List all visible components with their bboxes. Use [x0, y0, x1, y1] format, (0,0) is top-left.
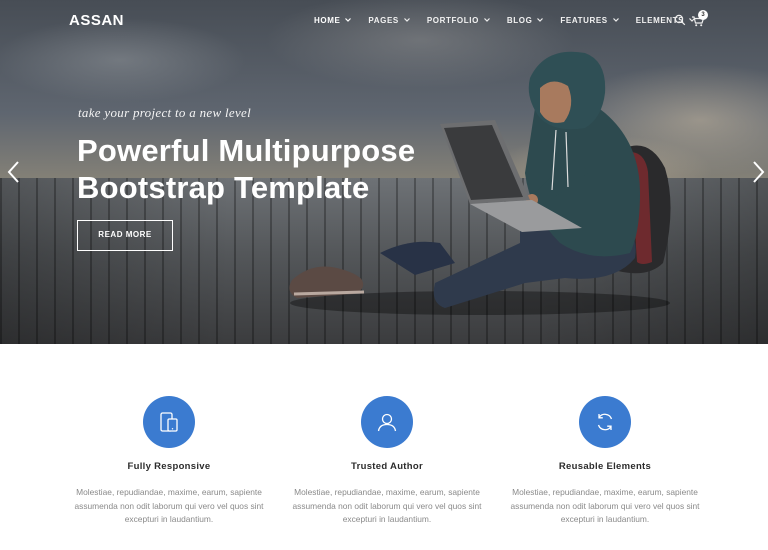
- feature-icon-circle: [579, 396, 631, 448]
- feature-title: Reusable Elements: [558, 461, 652, 472]
- feature-title: Trusted Author: [351, 461, 423, 472]
- top-navbar: ASSAN HOME PAGES PORTFOLIO BLOG FEATURES…: [0, 0, 768, 42]
- nav-item-elements[interactable]: ELEMENTS: [636, 16, 696, 25]
- feature-title: Fully Responsive: [127, 461, 211, 472]
- feature-icon-circle: [143, 396, 195, 448]
- nav-item-label: PAGES: [368, 16, 399, 25]
- nav-item-features[interactable]: FEATURES: [560, 16, 619, 25]
- hero-headline: Powerful Multipurpose Bootstrap Template: [77, 132, 497, 206]
- features-section: Fully Responsive Molestiae, repudiandae,…: [0, 344, 768, 550]
- feature-description: Molestiae, repudiandae, maxime, earum, s…: [510, 487, 700, 525]
- refresh-icon: [597, 413, 613, 431]
- nav-item-home[interactable]: HOME: [314, 16, 352, 25]
- nav-item-label: FEATURES: [560, 16, 608, 25]
- chevron-right-icon[interactable]: [750, 160, 766, 184]
- user-icon: [377, 413, 397, 432]
- hero-tagline: take your project to a new level: [78, 105, 252, 120]
- nav-item-portfolio[interactable]: PORTFOLIO: [427, 16, 490, 25]
- chevron-down-icon: [403, 17, 410, 24]
- devices-icon: [160, 412, 178, 432]
- cart-count-badge: 3: [698, 10, 708, 20]
- chevron-down-icon: [483, 17, 490, 24]
- nav-item-label: BLOG: [506, 16, 533, 25]
- hero-headline-line2: Bootstrap Template: [77, 170, 370, 205]
- chevron-down-icon: [345, 17, 352, 24]
- hero-slider: ASSAN HOME PAGES PORTFOLIO BLOG FEATURES…: [0, 0, 768, 344]
- feature-icon-circle: [361, 396, 413, 448]
- chevron-down-icon: [537, 17, 544, 24]
- main-menu: HOME PAGES PORTFOLIO BLOG FEATURES ELEME…: [314, 16, 712, 25]
- nav-item-label: PORTFOLIO: [426, 16, 479, 25]
- nav-item-blog[interactable]: BLOG: [507, 16, 544, 25]
- feature-description: Molestiae, repudiandae, maxime, earum, s…: [74, 487, 264, 525]
- nav-item-label: HOME: [314, 16, 341, 25]
- read-more-button[interactable]: READ MORE: [77, 220, 173, 251]
- chevron-down-icon: [612, 17, 619, 24]
- feature-card-reusable: Reusable Elements Molestiae, repudiandae…: [485, 396, 725, 527]
- feature-card-responsive: Fully Responsive Molestiae, repudiandae,…: [49, 396, 289, 527]
- hero-headline-line1: Powerful Multipurpose: [77, 133, 416, 168]
- search-icon[interactable]: [674, 14, 686, 26]
- site-logo[interactable]: ASSAN: [69, 12, 124, 29]
- nav-item-pages[interactable]: PAGES: [368, 16, 410, 25]
- chevron-left-icon[interactable]: [6, 160, 22, 184]
- feature-card-trusted-author: Trusted Author Molestiae, repudiandae, m…: [267, 396, 507, 527]
- feature-description: Molestiae, repudiandae, maxime, earum, s…: [292, 487, 482, 525]
